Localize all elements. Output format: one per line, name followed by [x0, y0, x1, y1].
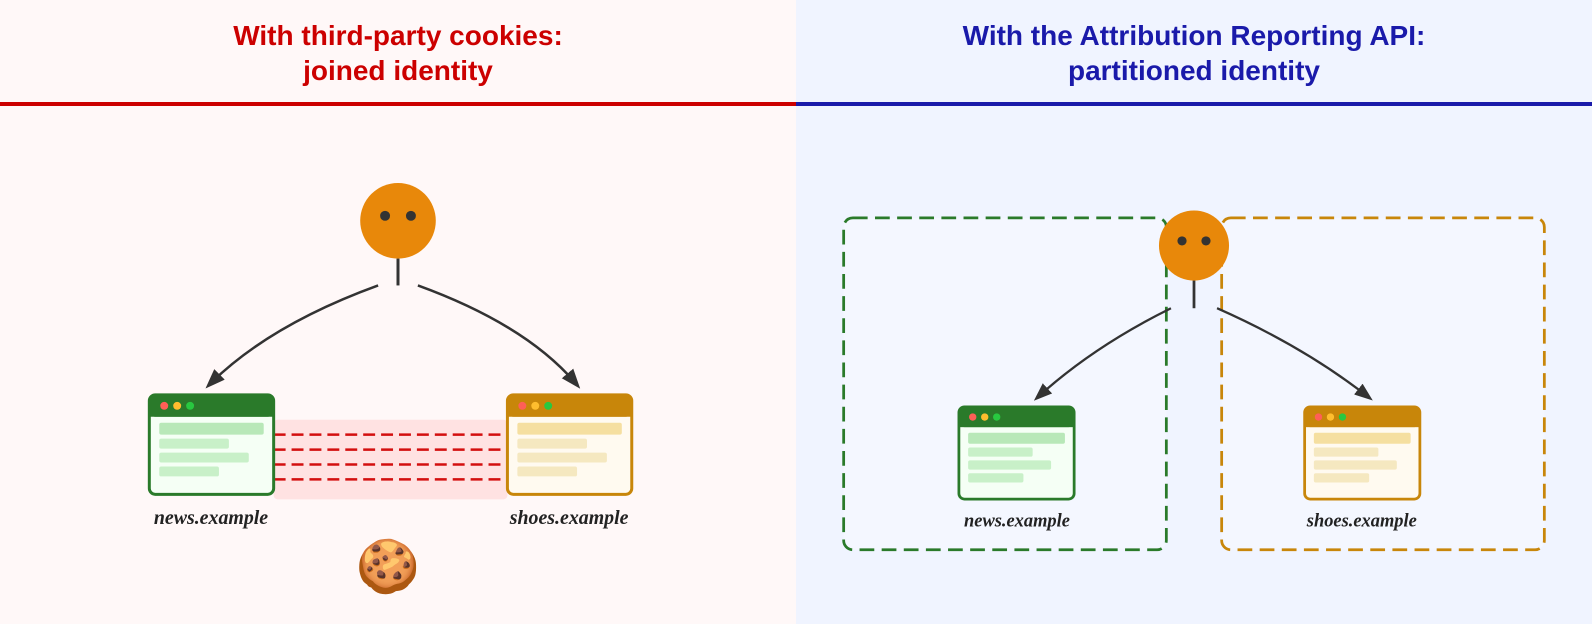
svg-text:shoes.example: shoes.example: [1306, 511, 1417, 531]
svg-text:shoes.example: shoes.example: [509, 507, 629, 529]
right-diagram: news.example shoes.example: [796, 126, 1592, 624]
svg-text:🍪: 🍪: [356, 537, 420, 596]
right-title-line1: With the Attribution Reporting API:: [963, 20, 1426, 51]
svg-text:news.example: news.example: [154, 507, 268, 529]
right-svg: news.example shoes.example: [816, 136, 1572, 604]
right-panel: With the Attribution Reporting API: part…: [796, 0, 1592, 624]
left-svg: news.example shoes.example 🍪: [20, 136, 776, 604]
left-title-line2: joined identity: [303, 55, 493, 86]
right-title-line2: partitioned identity: [1068, 55, 1320, 86]
right-title: With the Attribution Reporting API: part…: [933, 0, 1456, 102]
right-divider: [796, 102, 1592, 106]
left-panel: With third-party cookies: joined identit…: [0, 0, 796, 624]
left-title: With third-party cookies: joined identit…: [203, 0, 593, 102]
left-title-line1: With third-party cookies:: [233, 20, 563, 51]
svg-text:news.example: news.example: [964, 511, 1070, 531]
left-diagram: news.example shoes.example 🍪: [0, 126, 796, 624]
left-divider: [0, 102, 796, 106]
